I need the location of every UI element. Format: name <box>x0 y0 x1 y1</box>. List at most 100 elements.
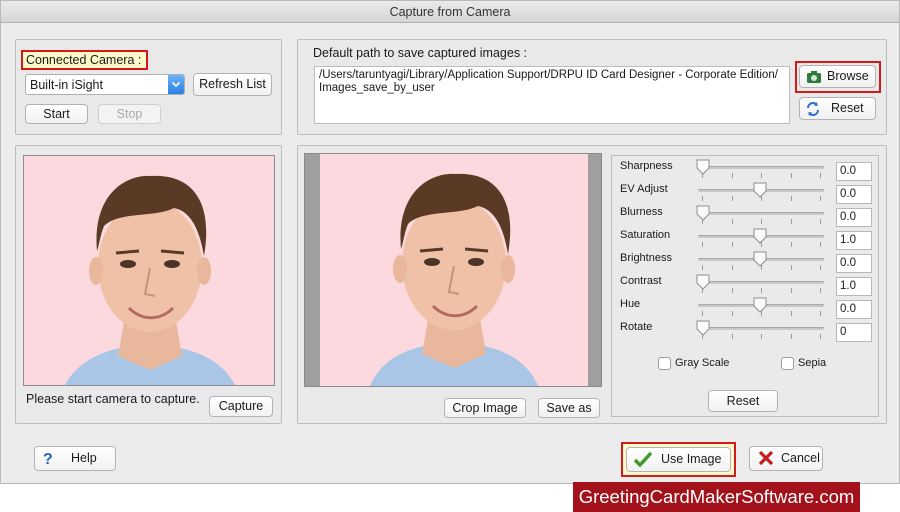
slider-row: Contrast 1.0 <box>612 274 880 297</box>
slider-label: Saturation <box>620 229 671 241</box>
camera-select[interactable]: Built-in iSight <box>25 74 185 95</box>
slider-tick <box>791 288 792 293</box>
save-as-button[interactable]: Save as <box>538 398 600 418</box>
save-path-field[interactable]: /Users/taruntyagi/Library/Application Su… <box>314 66 790 124</box>
grayscale-checkbox[interactable] <box>658 357 671 370</box>
slider-row: Brightness 0.0 <box>612 251 880 274</box>
slider-ticks <box>698 173 824 179</box>
slider-thumb[interactable] <box>696 205 710 221</box>
slider-thumb[interactable] <box>753 228 767 244</box>
slider-tick <box>761 173 762 178</box>
face-photo-image <box>24 156 274 385</box>
slider-value-field[interactable]: 1.0 <box>836 231 872 250</box>
slider-ticks <box>698 219 824 225</box>
help-label: Help <box>71 451 97 465</box>
slider-tick <box>791 242 792 247</box>
slider-track[interactable] <box>698 212 824 215</box>
slider-tick <box>820 196 821 201</box>
slider-tick <box>791 219 792 224</box>
slider-label: Contrast <box>620 275 662 287</box>
slider-row: Saturation 1.0 <box>612 228 880 251</box>
slider-tick <box>732 288 733 293</box>
edited-image <box>320 154 588 386</box>
slider-tick <box>820 219 821 224</box>
refresh-list-button[interactable]: Refresh List <box>193 73 272 96</box>
slider-thumb[interactable] <box>696 159 710 175</box>
sepia-label: Sepia <box>798 357 827 369</box>
slider-thumb[interactable] <box>696 320 710 336</box>
slider-thumb[interactable] <box>696 274 710 290</box>
slider-tick <box>791 173 792 178</box>
slider-tick <box>820 311 821 316</box>
use-image-button[interactable]: Use Image <box>626 447 731 472</box>
slider-thumb[interactable] <box>753 182 767 198</box>
slider-row: Rotate 0 <box>612 320 880 343</box>
cancel-button[interactable]: Cancel <box>749 446 823 471</box>
slider-row: EV Adjust 0.0 <box>612 182 880 205</box>
slider-tick <box>820 265 821 270</box>
slider-ticks <box>698 288 824 294</box>
refresh-icon <box>805 101 821 123</box>
slider-row: Hue 0.0 <box>612 297 880 320</box>
slider-row: Sharpness 0.0 <box>612 159 880 182</box>
slider-tick <box>820 288 821 293</box>
slider-tick <box>791 334 792 339</box>
slider-tick <box>791 196 792 201</box>
watermark-banner: GreetingCardMakerSoftware.com <box>573 482 860 512</box>
slider-tick <box>702 311 703 316</box>
slider-thumb[interactable] <box>753 251 767 267</box>
slider-tick <box>732 311 733 316</box>
close-icon <box>758 450 774 474</box>
browse-button[interactable]: Browse <box>799 65 876 88</box>
capture-panel: Please start camera to capture. Capture <box>15 145 282 424</box>
slider-tick <box>820 334 821 339</box>
slider-value-field[interactable]: 0.0 <box>836 162 872 181</box>
slider-track[interactable] <box>698 166 824 169</box>
help-icon: ? <box>43 451 53 468</box>
slider-label: Brightness <box>620 252 672 264</box>
window-title: Capture from Camera <box>1 1 899 23</box>
checkmark-icon <box>633 451 653 477</box>
capture-button[interactable]: Capture <box>209 396 273 417</box>
slider-label: Hue <box>620 298 641 310</box>
start-button[interactable]: Start <box>25 104 88 124</box>
connected-camera-label: Connected Camera : <box>26 53 142 67</box>
slider-value-field[interactable]: 1.0 <box>836 277 872 296</box>
slider-tick <box>732 173 733 178</box>
slider-value-field[interactable]: 0.0 <box>836 208 872 227</box>
slider-value-field[interactable]: 0.0 <box>836 254 872 273</box>
sepia-checkbox[interactable] <box>781 357 794 370</box>
chevron-down-icon <box>168 75 184 94</box>
slider-tick <box>702 242 703 247</box>
edit-panel: Crop Image Save as Sharpness 0.0 EV Adjust… <box>297 145 887 424</box>
use-image-label: Use Image <box>661 452 722 466</box>
camera-panel: Connected Camera : Built-in iSight Refre… <box>15 39 282 135</box>
help-button[interactable]: ? Help <box>34 446 116 471</box>
slider-tick <box>791 311 792 316</box>
slider-thumb[interactable] <box>753 297 767 313</box>
camera-select-value: Built-in iSight <box>30 78 103 92</box>
browse-label: Browse <box>827 69 869 83</box>
camera-icon <box>806 70 822 90</box>
path-reset-button[interactable]: Reset <box>799 97 876 120</box>
slider-tick <box>732 219 733 224</box>
slider-value-field[interactable]: 0.0 <box>836 185 872 204</box>
slider-track[interactable] <box>698 327 824 330</box>
stop-button[interactable]: Stop <box>98 104 161 124</box>
crop-image-button[interactable]: Crop Image <box>444 398 526 418</box>
capture-dialog: Capture from Camera Connected Camera : B… <box>0 0 900 484</box>
cancel-label: Cancel <box>781 451 820 465</box>
adjust-reset-button[interactable]: Reset <box>708 390 778 412</box>
save-path-heading: Default path to save captured images : <box>313 46 528 60</box>
camera-preview <box>23 155 275 386</box>
slider-value-field[interactable]: 0 <box>836 323 872 342</box>
path-reset-label: Reset <box>831 101 864 115</box>
slider-label: Sharpness <box>620 160 673 172</box>
slider-tick <box>761 334 762 339</box>
grayscale-label: Gray Scale <box>675 357 730 369</box>
slider-track[interactable] <box>698 281 824 284</box>
slider-value-field[interactable]: 0.0 <box>836 300 872 319</box>
slider-tick <box>732 196 733 201</box>
slider-label: EV Adjust <box>620 183 668 195</box>
slider-tick <box>820 242 821 247</box>
